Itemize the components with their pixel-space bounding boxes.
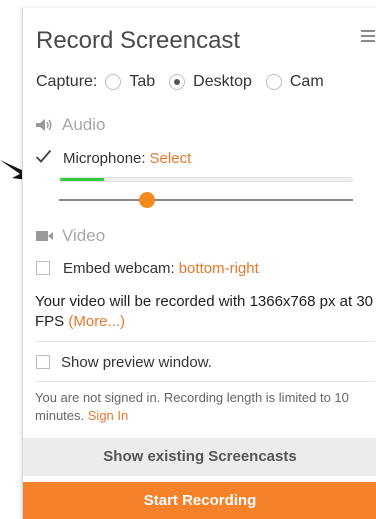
preview-checkbox[interactable]: [36, 355, 50, 369]
microphone-row: Microphone: Select: [35, 147, 192, 169]
more-link[interactable]: (More...): [68, 313, 125, 330]
preview-row: Show preview window.: [36, 351, 212, 373]
capture-option-tab-label: Tab: [129, 73, 156, 90]
divider: [35, 341, 375, 342]
start-recording-button[interactable]: Start Recording: [23, 482, 376, 519]
webcam-position-link[interactable]: bottom-right: [179, 260, 259, 277]
sign-in-notice: You are not signed in. Recording length …: [35, 389, 375, 425]
sign-in-link[interactable]: Sign In: [88, 408, 128, 423]
capture-option-desktop[interactable]: Desktop: [169, 73, 252, 91]
capture-option-tab[interactable]: Tab: [105, 73, 155, 91]
video-section-header: Video: [36, 225, 105, 247]
webcam-checkbox[interactable]: [36, 261, 50, 275]
page-title: Record Screencast: [36, 27, 241, 54]
video-camera-icon: [36, 231, 53, 241]
checkmark-icon: [35, 149, 52, 163]
audio-section-label: Audio: [62, 115, 106, 134]
microphone-volume-slider[interactable]: [59, 192, 353, 208]
capture-option-desktop-label: Desktop: [193, 73, 252, 90]
menu-icon[interactable]: [361, 30, 375, 42]
slider-track: [59, 199, 353, 201]
microphone-level-fill: [60, 178, 104, 181]
show-existing-screencasts-button[interactable]: Show existing Screencasts: [23, 438, 376, 476]
capture-option-cam-label: Cam: [289, 73, 324, 90]
recording-info: Your video will be recorded with 1366x76…: [35, 292, 375, 332]
sign-in-notice-text: You are not signed in. Recording length …: [35, 390, 349, 423]
capture-label: Capture:: [36, 73, 98, 90]
screencast-panel: Record Screencast Capture: Tab Desktop C…: [22, 8, 376, 519]
webcam-row: Embed webcam: bottom-right: [36, 257, 259, 279]
webcam-label: Embed webcam:: [63, 259, 175, 277]
speaker-icon: [36, 119, 52, 131]
capture-option-cam[interactable]: Cam: [265, 73, 324, 91]
audio-section-header: Audio: [36, 114, 105, 136]
radio-desktop[interactable]: [169, 74, 186, 90]
capture-row: Capture: Tab Desktop Cam: [36, 70, 338, 94]
radio-tab[interactable]: [105, 74, 122, 90]
microphone-label: Microphone:: [63, 149, 146, 167]
microphone-checkbox[interactable]: [35, 149, 52, 165]
video-section-label: Video: [62, 226, 106, 245]
divider: [35, 381, 375, 382]
microphone-select-link[interactable]: Select: [150, 150, 192, 167]
microphone-level-meter: [59, 177, 353, 182]
slider-thumb[interactable]: [139, 192, 156, 208]
preview-label: Show preview window.: [61, 353, 212, 371]
radio-cam[interactable]: [265, 74, 282, 90]
